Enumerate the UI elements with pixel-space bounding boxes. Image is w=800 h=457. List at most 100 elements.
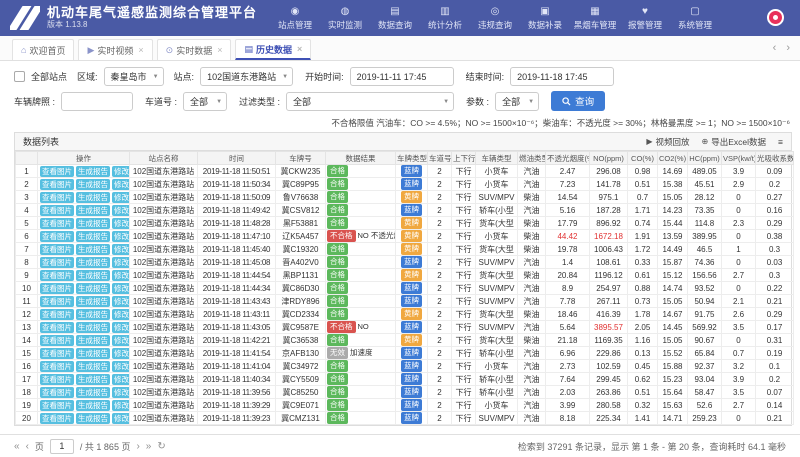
- edit-plate-button[interactable]: 修改车牌: [112, 257, 130, 268]
- generate-report-button[interactable]: 生成报告: [76, 296, 110, 307]
- first-page-icon[interactable]: «: [14, 441, 20, 452]
- generate-report-button[interactable]: 生成报告: [76, 231, 110, 242]
- tab-next-icon[interactable]: ›: [786, 42, 790, 54]
- page-input[interactable]: 1: [50, 439, 74, 454]
- generate-report-button[interactable]: 生成报告: [76, 166, 110, 177]
- nav-item-system-management[interactable]: ▢系统管理: [673, 6, 717, 31]
- tab-prev-icon[interactable]: ‹: [773, 42, 777, 54]
- view-image-button[interactable]: 查看图片: [40, 296, 74, 307]
- view-image-button[interactable]: 查看图片: [40, 270, 74, 281]
- generate-report-button[interactable]: 生成报告: [76, 179, 110, 190]
- edit-plate-button[interactable]: 修改车牌: [112, 387, 130, 398]
- view-image-button[interactable]: 查看图片: [40, 231, 74, 242]
- generate-report-button[interactable]: 生成报告: [76, 244, 110, 255]
- generate-report-button[interactable]: 生成报告: [76, 387, 110, 398]
- video-playback-button[interactable]: ▶视频回放: [646, 136, 689, 148]
- tab-welcome[interactable]: ⌂欢迎首页: [12, 39, 74, 60]
- view-image-button[interactable]: 查看图片: [40, 166, 74, 177]
- end-time-input[interactable]: 2019-11-18 17:45: [510, 67, 614, 86]
- view-image-button[interactable]: 查看图片: [40, 335, 74, 346]
- region-select[interactable]: 秦皇岛市▼: [104, 67, 164, 86]
- generate-report-button[interactable]: 生成报告: [76, 322, 110, 333]
- view-image-button[interactable]: 查看图片: [40, 218, 74, 229]
- edit-plate-button[interactable]: 修改车牌: [112, 309, 130, 320]
- edit-plate-button[interactable]: 修改车牌: [112, 322, 130, 333]
- lane-select[interactable]: 全部▼: [183, 92, 227, 111]
- view-image-button[interactable]: 查看图片: [40, 283, 74, 294]
- view-image-button[interactable]: 查看图片: [40, 205, 74, 216]
- generate-report-button[interactable]: 生成报告: [76, 270, 110, 281]
- nav-item-violation-query[interactable]: ◎违规查询: [473, 6, 517, 31]
- start-time-input[interactable]: 2019-11-11 17:45: [350, 67, 454, 86]
- view-image-button[interactable]: 查看图片: [40, 322, 74, 333]
- view-image-button[interactable]: 查看图片: [40, 400, 74, 411]
- filter-type-select[interactable]: 全部▼: [286, 92, 454, 111]
- close-icon[interactable]: ×: [217, 45, 222, 55]
- edit-plate-button[interactable]: 修改车牌: [112, 400, 130, 411]
- export-excel-button[interactable]: ⊕导出Excel数据: [702, 136, 767, 148]
- generate-report-button[interactable]: 生成报告: [76, 257, 110, 268]
- close-icon[interactable]: ×: [138, 45, 143, 55]
- view-image-button[interactable]: 查看图片: [40, 192, 74, 203]
- station-select[interactable]: 102国道东港路站▼: [200, 67, 293, 86]
- generate-report-button[interactable]: 生成报告: [76, 309, 110, 320]
- view-image-button[interactable]: 查看图片: [40, 361, 74, 372]
- nav-item-data-supplement[interactable]: ▣数据补录: [523, 6, 567, 31]
- chevron-down-icon: ▼: [528, 99, 534, 105]
- edit-plate-button[interactable]: 修改车牌: [112, 244, 130, 255]
- edit-plate-button[interactable]: 修改车牌: [112, 192, 130, 203]
- nav-item-alarm-management[interactable]: ♥报警管理: [623, 6, 667, 31]
- view-image-button[interactable]: 查看图片: [40, 257, 74, 268]
- view-image-button[interactable]: 查看图片: [40, 387, 74, 398]
- edit-plate-button[interactable]: 修改车牌: [112, 231, 130, 242]
- edit-plate-button[interactable]: 修改车牌: [112, 205, 130, 216]
- location-pin-icon[interactable]: [767, 9, 784, 26]
- generate-report-button[interactable]: 生成报告: [76, 335, 110, 346]
- edit-plate-button[interactable]: 修改车牌: [112, 296, 130, 307]
- generate-report-button[interactable]: 生成报告: [76, 361, 110, 372]
- prev-page-icon[interactable]: ‹: [26, 441, 29, 452]
- generate-report-button[interactable]: 生成报告: [76, 413, 110, 424]
- close-icon[interactable]: ×: [297, 44, 302, 54]
- edit-plate-button[interactable]: 修改车牌: [112, 179, 130, 190]
- generate-report-button[interactable]: 生成报告: [76, 205, 110, 216]
- edit-plate-button[interactable]: 修改车牌: [112, 374, 130, 385]
- edit-plate-button[interactable]: 修改车牌: [112, 270, 130, 281]
- edit-plate-button[interactable]: 修改车牌: [112, 361, 130, 372]
- tab-history-data[interactable]: ▤历史数据×: [235, 39, 311, 60]
- generate-report-button[interactable]: 生成报告: [76, 348, 110, 359]
- nav-item-data-query[interactable]: ▤数据查询: [373, 6, 417, 31]
- page-label: 页: [35, 440, 44, 453]
- generate-report-button[interactable]: 生成报告: [76, 192, 110, 203]
- generate-report-button[interactable]: 生成报告: [76, 374, 110, 385]
- generate-report-button[interactable]: 生成报告: [76, 283, 110, 294]
- plate-input[interactable]: [61, 92, 133, 111]
- edit-plate-button[interactable]: 修改车牌: [112, 413, 130, 424]
- view-image-button[interactable]: 查看图片: [40, 309, 74, 320]
- view-image-button[interactable]: 查看图片: [40, 348, 74, 359]
- generate-report-button[interactable]: 生成报告: [76, 400, 110, 411]
- last-page-icon[interactable]: »: [146, 441, 152, 452]
- view-image-button[interactable]: 查看图片: [40, 244, 74, 255]
- nav-item-stats-analysis[interactable]: ▥统计分析: [423, 6, 467, 31]
- edit-plate-button[interactable]: 修改车牌: [112, 335, 130, 346]
- tab-realtime-data[interactable]: ⊙实时数据×: [157, 39, 232, 60]
- view-image-button[interactable]: 查看图片: [40, 374, 74, 385]
- param-select[interactable]: 全部▼: [495, 92, 539, 111]
- refresh-icon[interactable]: ↻: [157, 441, 165, 452]
- nav-item-realtime-monitor[interactable]: ◍实时监测: [323, 6, 367, 31]
- edit-plate-button[interactable]: 修改车牌: [112, 166, 130, 177]
- edit-plate-button[interactable]: 修改车牌: [112, 283, 130, 294]
- nav-item-station-management[interactable]: ◉站点管理: [273, 6, 317, 31]
- next-page-icon[interactable]: ›: [136, 441, 139, 452]
- all-stations-checkbox[interactable]: [14, 71, 25, 82]
- edit-plate-button[interactable]: 修改车牌: [112, 218, 130, 229]
- nav-item-smoke-vehicle[interactable]: ▦黑烟车管理: [573, 6, 617, 31]
- table-menu-icon[interactable]: ≡: [778, 137, 783, 147]
- generate-report-button[interactable]: 生成报告: [76, 218, 110, 229]
- search-button[interactable]: 查询: [551, 91, 605, 111]
- tab-realtime-video[interactable]: ▶实时视频×: [78, 39, 152, 60]
- view-image-button[interactable]: 查看图片: [40, 413, 74, 424]
- view-image-button[interactable]: 查看图片: [40, 179, 74, 190]
- edit-plate-button[interactable]: 修改车牌: [112, 348, 130, 359]
